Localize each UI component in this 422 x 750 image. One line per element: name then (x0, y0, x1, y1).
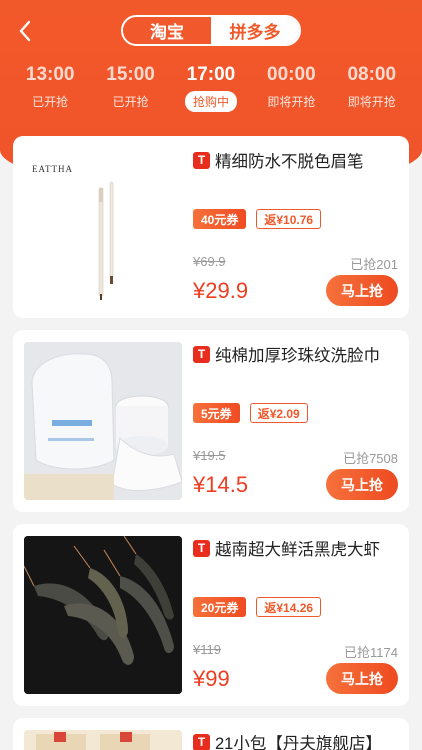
rebate-badge: 返¥2.09 (249, 403, 308, 423)
product-title: 精细防水不脱色眉笔 (215, 153, 364, 171)
original-price: ¥119 (193, 642, 221, 657)
product-image-face-towel (24, 342, 182, 500)
chevron-left-icon (19, 20, 31, 42)
platform-switch: 淘宝 拼多多 (121, 15, 301, 46)
slot-status: 已开抢 (112, 95, 149, 109)
time-slot-0800[interactable]: 08:00 即将开抢 (332, 62, 412, 118)
coupon-badge: 20元券 (193, 597, 247, 617)
time-slot-1500[interactable]: 15:00 已开抢 (91, 62, 171, 118)
taobao-badge-icon: T (193, 151, 210, 169)
slot-time: 00:00 (267, 64, 316, 85)
current-price: ¥29.9 (193, 278, 249, 303)
current-price: ¥14.5 (193, 472, 249, 497)
slot-status: 抢购中 (184, 91, 237, 112)
back-button[interactable] (14, 18, 36, 44)
product-title-row: T 纯棉加厚珍珠纹洗脸巾 (193, 342, 380, 366)
top-bar: 淘宝 拼多多 (0, 0, 422, 62)
product-title: 越南超大鲜活黑虎大虾 (215, 541, 380, 559)
coupon-badge: 5元券 (193, 403, 240, 423)
product-title: 纯棉加厚珍珠纹洗脸巾 (215, 347, 380, 365)
product-image-tiger-shrimp (24, 536, 182, 694)
product-title: 21小包【丹夫旗舰店】 (215, 735, 382, 750)
brand-logo-text: EATTHA (32, 164, 73, 174)
taobao-badge-icon: T (193, 539, 210, 557)
product-card[interactable]: EATTHA T 精细防水不脱色眉笔 40元券 返¥10.76 ¥69.9 已抢… (13, 136, 409, 318)
slot-time: 08:00 (347, 64, 397, 85)
product-card[interactable]: T 21小包【丹夫旗舰店】 (13, 718, 409, 750)
rebate-badge: 返¥14.26 (256, 597, 322, 617)
slot-time: 17:00 (186, 64, 236, 85)
current-price: ¥99 (193, 666, 230, 691)
sold-count: 已抢7508 (343, 451, 398, 466)
slot-status: 即将开抢 (267, 95, 316, 109)
buy-now-button[interactable]: 马上抢 (326, 469, 398, 500)
buy-now-button[interactable]: 马上抢 (326, 275, 398, 306)
sold-count: 已抢1174 (344, 645, 398, 660)
product-tags: 40元券 返¥10.76 (193, 209, 322, 229)
product-card[interactable]: T 越南超大鲜活黑虎大虾 20元券 返¥14.26 ¥119 已抢1174 ¥9… (13, 524, 409, 706)
product-card[interactable]: T 纯棉加厚珍珠纹洗脸巾 5元券 返¥2.09 ¥19.5 已抢7508 ¥14… (13, 330, 409, 512)
coupon-badge: 40元券 (193, 209, 247, 229)
tab-taobao[interactable]: 淘宝 (123, 17, 211, 44)
taobao-badge-icon: T (193, 345, 210, 363)
product-tags: 20元券 返¥14.26 (193, 597, 322, 617)
product-image-eyebrow-pencil: EATTHA (24, 148, 182, 306)
slot-status: 已开抢 (32, 95, 69, 109)
original-price: ¥69.9 (193, 254, 226, 269)
slot-time: 15:00 (106, 64, 155, 85)
product-tags: 5元券 返¥2.09 (193, 403, 308, 423)
slot-time: 13:00 (25, 64, 75, 85)
sold-count: 已抢201 (350, 257, 398, 272)
tab-pinduoduo[interactable]: 拼多多 (211, 17, 299, 44)
time-slot-0000[interactable]: 00:00 即将开抢 (251, 62, 331, 118)
time-slot-bar: 13:00 已开抢 15:00 已开抢 17:00 抢购中 00:00 即将开抢… (0, 62, 422, 118)
slot-status: 即将开抢 (347, 95, 396, 109)
original-price: ¥19.5 (193, 448, 226, 463)
rebate-badge: 返¥10.76 (256, 209, 322, 229)
product-title-row: T 21小包【丹夫旗舰店】 (193, 730, 382, 750)
taobao-badge-icon: T (193, 733, 210, 750)
product-image-tissue-pack (24, 730, 182, 750)
buy-now-button[interactable]: 马上抢 (326, 663, 398, 694)
time-slot-1300[interactable]: 13:00 已开抢 (10, 62, 90, 118)
time-slot-1700[interactable]: 17:00 抢购中 (171, 62, 251, 118)
product-title-row: T 越南超大鲜活黑虎大虾 (193, 536, 380, 560)
product-title-row: T 精细防水不脱色眉笔 (193, 148, 364, 172)
